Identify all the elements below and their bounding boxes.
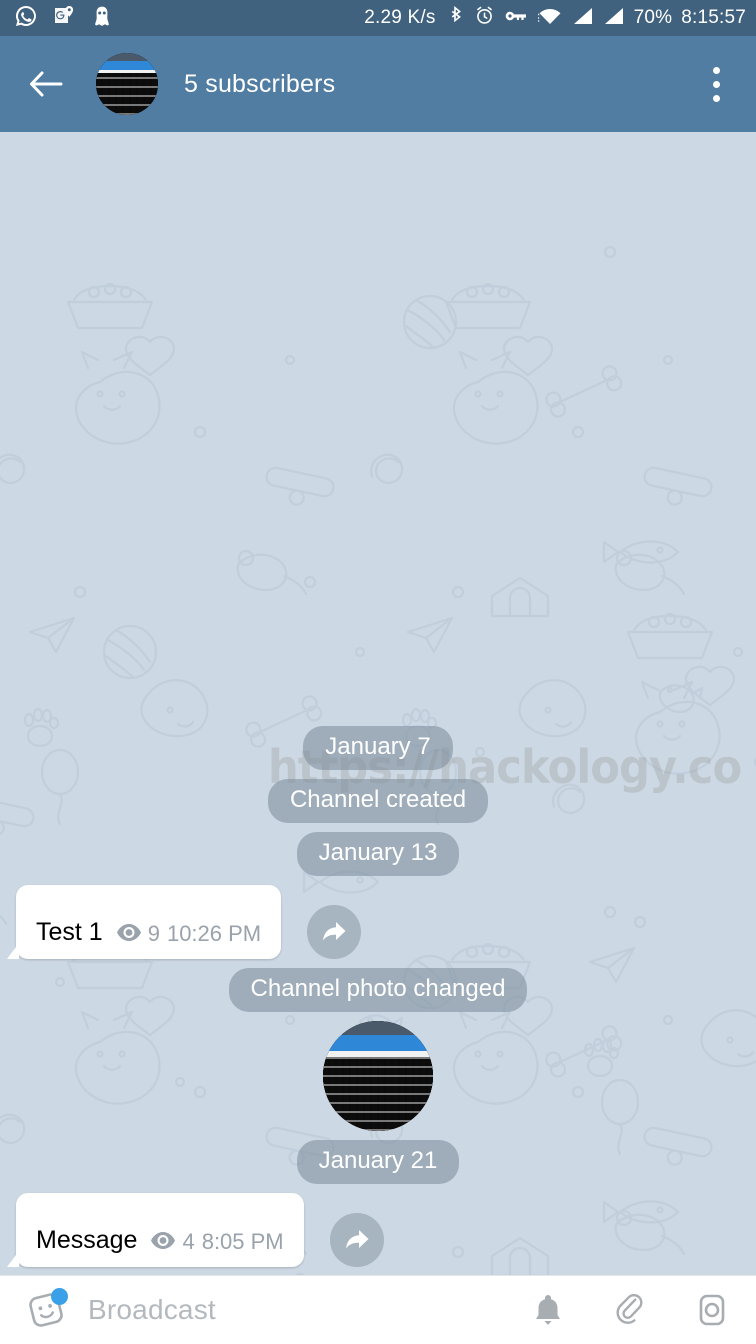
date-pill: January 7 <box>303 726 453 770</box>
network-speed-text: 2.29 K/s <box>364 7 436 28</box>
date-pill: January 13 <box>296 832 460 876</box>
vpn-key-icon <box>504 7 528 30</box>
menu-dot-icon <box>712 66 720 74</box>
forward-button[interactable] <box>307 905 362 959</box>
status-bar-system-icons: 2.29 K/s 70% 8:15:57 <box>364 5 746 32</box>
channel-subscribers-title[interactable]: 5 subscribers <box>184 70 335 99</box>
menu-dot-icon <box>712 80 720 88</box>
back-arrow-icon <box>30 71 63 97</box>
bluetooth-icon <box>445 5 465 32</box>
date-separator-row: January 7 <box>0 726 756 770</box>
forward-arrow-icon <box>323 922 346 941</box>
clock-text: 8:15:57 <box>681 7 746 28</box>
service-message-row: Channel created <box>0 779 756 823</box>
message-time: 10:26 PM <box>166 921 262 946</box>
photo-terminal-artwork <box>323 1021 433 1131</box>
message-time: 8:05 PM <box>201 1229 284 1254</box>
channel-avatar[interactable] <box>96 53 158 115</box>
status-bar: 2.29 K/s 70% 8:15:57 <box>0 0 756 36</box>
google-maps-icon <box>52 4 76 33</box>
message-meta: 4 8:05 PM <box>151 1229 284 1254</box>
message-text: Test 1 <box>36 918 103 946</box>
chat-message-area[interactable]: https://hackology.co January 7 Channel c… <box>0 132 756 1275</box>
signal-sim2-icon <box>603 6 625 31</box>
camera-button[interactable] <box>690 1288 734 1332</box>
sticker-new-badge <box>51 1288 68 1305</box>
chat-header: 5 subscribers <box>0 36 756 132</box>
attach-button[interactable] <box>608 1288 652 1332</box>
message-row: Test 1 9 10:26 PM <box>6 885 756 959</box>
message-composer-bar: Broadcast <box>0 1275 756 1344</box>
channel-photo-thumbnail[interactable] <box>323 1021 433 1131</box>
date-separator-row: January 21 <box>0 1140 756 1184</box>
message-bubble[interactable]: Message 4 8:05 PM <box>7 1193 304 1267</box>
avatar-terminal-artwork <box>96 53 158 115</box>
message-bubble[interactable]: Test 1 9 10:26 PM <box>6 885 282 959</box>
status-bar-notification-icons <box>14 4 114 33</box>
forward-button[interactable] <box>329 1213 384 1267</box>
notification-bell-button[interactable] <box>526 1288 570 1332</box>
wifi-icon <box>537 6 563 31</box>
notification-bell-icon <box>536 1295 560 1325</box>
camera-icon <box>699 1294 725 1326</box>
views-eye-icon <box>151 1231 176 1253</box>
service-pill: Channel photo changed <box>228 968 528 1012</box>
date-separator-row: January 13 <box>0 832 756 876</box>
views-eye-icon <box>116 923 141 945</box>
signal-sim1-icon <box>572 6 594 31</box>
forward-arrow-icon <box>345 1230 369 1249</box>
overflow-menu-button[interactable] <box>694 58 738 110</box>
alarm-icon <box>474 5 495 31</box>
view-count: 9 <box>147 921 160 946</box>
telegram-channel-screen: 2.29 K/s 70% 8:15:57 5 subscribers https… <box>0 0 756 1344</box>
battery-percent-text: 70% <box>633 7 673 28</box>
snapchat-ghost-icon <box>90 4 114 33</box>
message-input[interactable]: Broadcast <box>88 1294 526 1326</box>
message-row: Message 4 8:05 PM <box>7 1193 756 1267</box>
back-button[interactable] <box>24 62 68 106</box>
date-pill: January 21 <box>296 1140 460 1184</box>
sticker-button[interactable] <box>20 1284 72 1336</box>
whatsapp-icon <box>14 4 38 33</box>
service-message-row: Channel photo changed <box>0 968 756 1012</box>
message-feed: January 7 Channel created January 13 Tes… <box>0 717 756 1275</box>
service-pill: Channel created <box>267 779 489 823</box>
message-meta: 9 10:26 PM <box>116 921 262 946</box>
menu-dot-icon <box>712 94 720 102</box>
message-text: Message <box>36 1226 138 1254</box>
attach-paperclip-icon <box>616 1294 643 1324</box>
view-count: 4 <box>182 1229 195 1254</box>
composer-actions <box>526 1288 734 1332</box>
channel-photo-row <box>0 1021 756 1131</box>
